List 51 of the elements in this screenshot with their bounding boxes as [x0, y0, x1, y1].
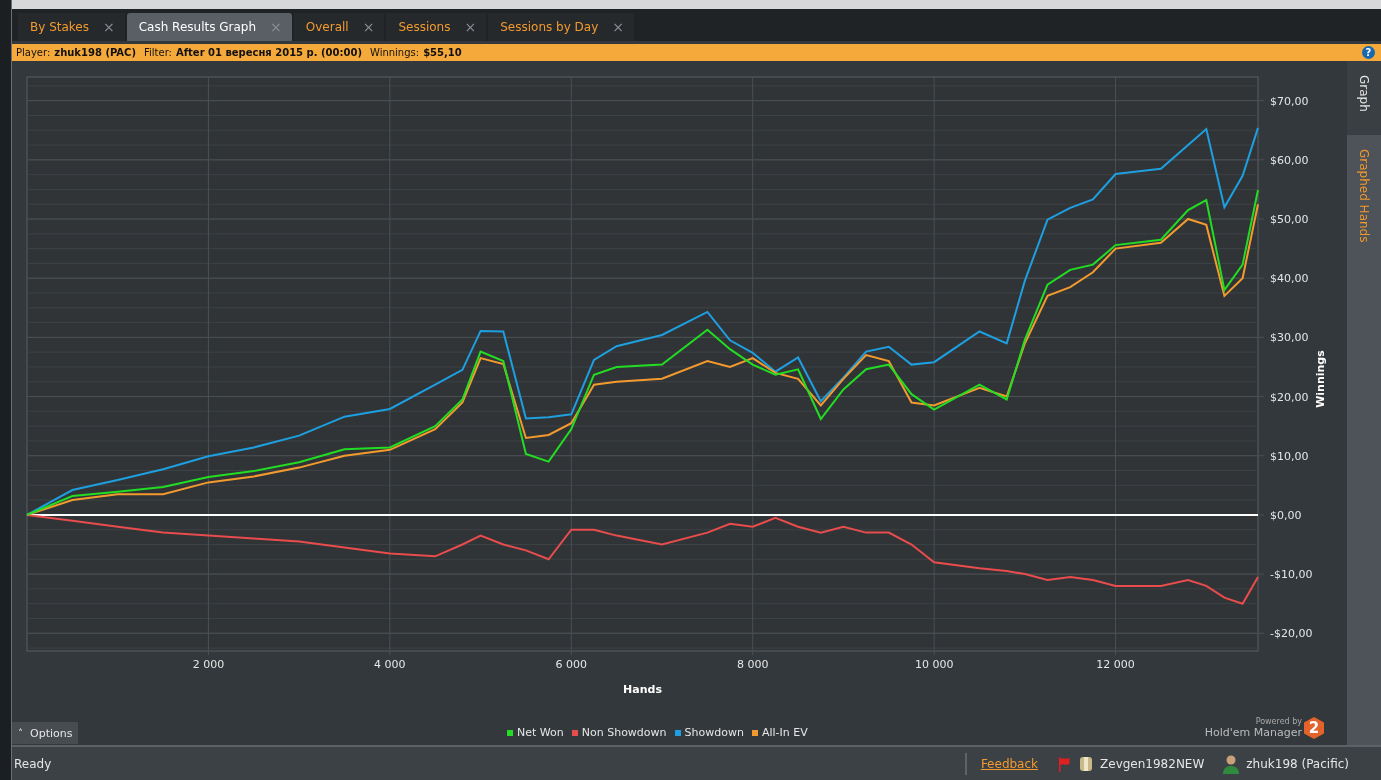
y-tick-label: $70,00 [1270, 94, 1309, 108]
x-tick-label: 6 000 [555, 658, 588, 671]
side-tab[interactable]: Graphed Hands [1347, 135, 1381, 257]
logo-badge: 2 [1304, 717, 1324, 739]
tab[interactable]: Cash Results Graph × [126, 13, 292, 41]
y-tick-label: $60,00 [1270, 153, 1309, 167]
status-text: Ready [14, 756, 52, 771]
options-button[interactable]: ˄ Options [12, 722, 79, 744]
y-axis-title: Winnings [1314, 350, 1327, 408]
y-tick-label: $0,00 [1270, 508, 1302, 522]
y-tick-label: -$10,00 [1270, 568, 1313, 582]
info-label: Winnings: [369, 47, 420, 58]
x-axis-title: Hands [623, 683, 662, 696]
tab[interactable]: Overall × [293, 13, 385, 41]
tab[interactable]: Sessions × [386, 13, 487, 41]
info-value: After 01 вересня 2015 р. (00:00) [176, 47, 362, 58]
y-tick-label: $30,00 [1270, 331, 1309, 345]
close-icon[interactable]: × [103, 19, 115, 35]
player-name: zhuk198 (Pacific) [1246, 756, 1349, 771]
legend-label: Non Showdown [581, 726, 667, 739]
legend-label: Net Won [517, 726, 564, 739]
close-icon[interactable]: × [362, 19, 375, 35]
tab[interactable]: By Stakes × [18, 13, 125, 41]
legend-label: Showdown [684, 726, 744, 739]
y-tick-label: $20,00 [1270, 390, 1309, 404]
x-tick-label: 4 000 [374, 658, 406, 671]
close-icon[interactable]: × [464, 19, 477, 35]
powered-by-text: Powered by [1255, 717, 1302, 726]
x-tick-label: 8 000 [736, 658, 769, 671]
x-tick-label: 2 000 [192, 658, 225, 671]
x-tick-label: 12 000 [1096, 658, 1135, 671]
y-tick-label: $10,00 [1270, 449, 1309, 463]
y-tick-label: $50,00 [1270, 213, 1309, 226]
info-label: Filter: [144, 47, 172, 58]
info-value: $55,10 [423, 47, 462, 58]
side-tab[interactable]: Graph [1347, 61, 1381, 135]
database-name: Zevgen1982NEW [1100, 756, 1205, 771]
close-icon[interactable]: × [612, 19, 625, 35]
y-tick-label: -$20,00 [1270, 627, 1313, 641]
x-tick-label: 10 000 [914, 658, 954, 671]
y-tick-label: $40,00 [1270, 272, 1309, 286]
avatar-icon [1222, 753, 1241, 774]
help-icon[interactable]: ? [1362, 46, 1375, 59]
tab[interactable]: Sessions by Day × [488, 13, 635, 41]
info-label: Player: [16, 47, 51, 58]
legend-label: All-In EV [761, 726, 808, 739]
feedback-link[interactable]: Feedback [980, 756, 1039, 771]
product-name: Hold'em Manager [1204, 726, 1302, 739]
info-value: zhuk198 (PAC) [54, 47, 136, 58]
flag-icon[interactable] [1056, 755, 1073, 772]
database-icon [1078, 754, 1095, 773]
